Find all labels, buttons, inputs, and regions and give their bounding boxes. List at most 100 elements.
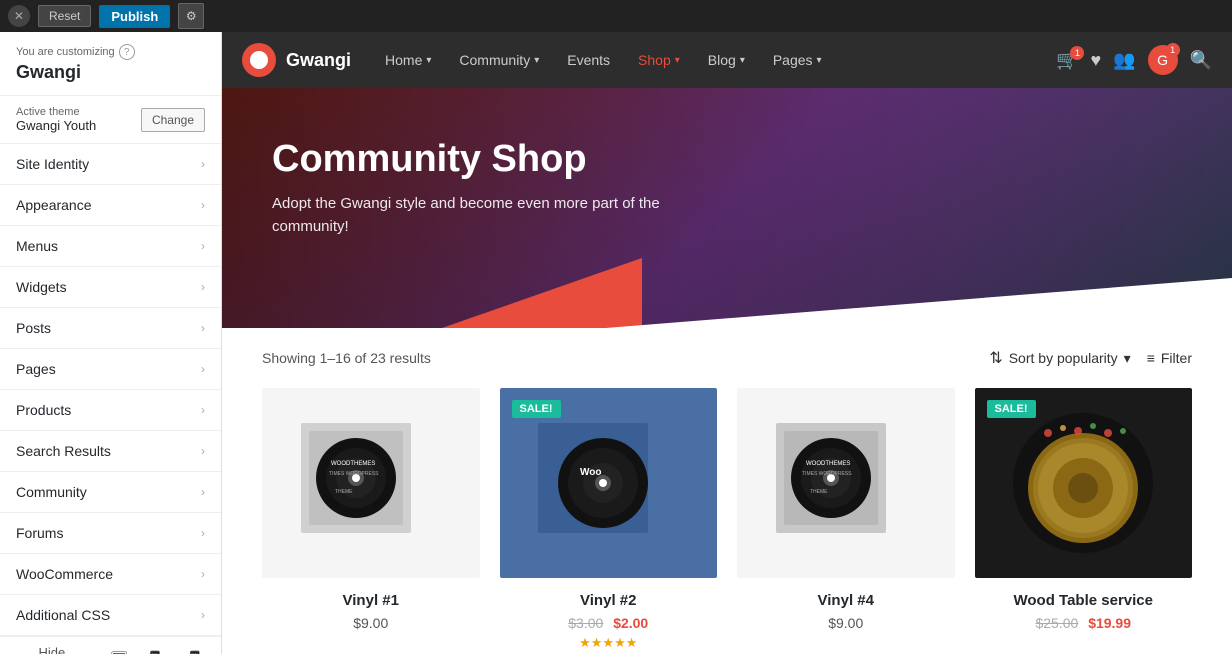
nav-right: 🛒 1 ♥ 👥 G 1 🔍: [1056, 45, 1212, 75]
logo-icon: [242, 43, 276, 77]
chevron-down-icon: ▾: [1124, 350, 1131, 367]
svg-text:Woo: Woo: [580, 467, 601, 478]
sidebar-item-site-identity[interactable]: Site Identity ›: [0, 144, 221, 185]
wishlist-icon[interactable]: ♥: [1090, 50, 1101, 71]
filter-button[interactable]: ≡ Filter: [1147, 350, 1192, 366]
product-name: Vinyl #4: [737, 592, 955, 609]
theme-name: Gwangi Youth: [16, 118, 96, 133]
sidebar-item-widgets[interactable]: Widgets ›: [0, 267, 221, 308]
svg-text:WOODTHEMES: WOODTHEMES: [331, 461, 375, 467]
chevron-down-icon: ▾: [534, 55, 539, 66]
sidebar-item-menus[interactable]: Menus ›: [0, 226, 221, 267]
desktop-icon[interactable]: 🖥: [105, 648, 133, 654]
product-rating: ★★★★★: [500, 635, 718, 651]
svg-text:TIMES WORDPRESS: TIMES WORDPRESS: [802, 471, 852, 477]
close-button[interactable]: ✕: [8, 5, 30, 27]
shop-area: Showing 1–16 of 23 results ⇅ Sort by pop…: [222, 328, 1232, 654]
sidebar-menu: Site Identity › Appearance › Menus › Wid…: [0, 144, 221, 636]
svg-text:WOODTHEMES: WOODTHEMES: [806, 461, 850, 467]
hero-section: Community Shop Adopt the Gwangi style an…: [222, 88, 1232, 328]
product-card: SALE!: [975, 388, 1193, 654]
nav-item-events[interactable]: Events: [553, 32, 624, 88]
gear-button[interactable]: ⚙: [178, 3, 204, 29]
hero-title: Community Shop: [272, 138, 1182, 181]
chevron-right-icon: ›: [201, 362, 205, 376]
chevron-right-icon: ›: [201, 485, 205, 499]
mobile-icon[interactable]: 📲: [177, 648, 205, 654]
logo-inner: [250, 51, 268, 69]
sidebar-item-products[interactable]: Products ›: [0, 390, 221, 431]
publish-button[interactable]: Publish: [99, 5, 170, 28]
nav-item-pages[interactable]: Pages ▾: [759, 32, 836, 88]
cart-badge: 1: [1070, 46, 1084, 60]
hero-content: Community Shop Adopt the Gwangi style an…: [222, 88, 1232, 288]
filter-icon: ≡: [1147, 350, 1155, 366]
tablet-icon[interactable]: 📱: [141, 648, 169, 654]
product-image[interactable]: SALE!: [975, 388, 1193, 578]
product-price: $25.00 $19.99: [975, 615, 1193, 631]
product-price: $3.00 $2.00: [500, 615, 718, 631]
sidebar-item-pages[interactable]: Pages ›: [0, 349, 221, 390]
sale-badge: SALE!: [512, 400, 561, 418]
footer-icons: 🖥 📱 📲: [105, 648, 205, 654]
sidebar-item-community[interactable]: Community ›: [0, 472, 221, 513]
nav-item-blog[interactable]: Blog ▾: [694, 32, 759, 88]
product-price: $9.00: [737, 615, 955, 631]
chevron-right-icon: ›: [201, 526, 205, 540]
customizing-label: You are customizing ?: [16, 44, 205, 60]
reset-button[interactable]: Reset: [38, 5, 91, 27]
change-theme-button[interactable]: Change: [141, 108, 205, 132]
notification-badge: 1: [1166, 43, 1180, 57]
svg-text:THEME: THEME: [335, 489, 353, 495]
vinyl-image: WOODTHEMES TIMES WORDPRESS THEME: [291, 403, 451, 563]
info-icon[interactable]: ?: [119, 44, 135, 60]
sidebar-item-search-results[interactable]: Search Results ›: [0, 431, 221, 472]
product-info: Vinyl #2 $3.00 $2.00 ★★★★★: [500, 578, 718, 654]
sidebar-item-additional-css[interactable]: Additional CSS ›: [0, 595, 221, 636]
theme-section: Active theme Gwangi Youth Change: [0, 96, 221, 144]
product-name: Vinyl #2: [500, 592, 718, 609]
sidebar-footer: 👁 Hide Controls 🖥 📱 📲: [0, 636, 221, 654]
product-image[interactable]: SALE! Woo: [500, 388, 718, 578]
product-price: $9.00: [262, 615, 480, 631]
results-count: Showing 1–16 of 23 results: [262, 350, 431, 366]
product-name: Vinyl #1: [262, 592, 480, 609]
site-name: Gwangi: [16, 62, 205, 83]
members-icon[interactable]: 👥: [1113, 50, 1135, 71]
search-icon[interactable]: 🔍: [1190, 50, 1212, 71]
sidebar-item-forums[interactable]: Forums ›: [0, 513, 221, 554]
chevron-right-icon: ›: [201, 608, 205, 622]
chevron-right-icon: ›: [201, 157, 205, 171]
sort-dropdown[interactable]: ⇅ Sort by popularity ▾: [989, 348, 1130, 368]
hide-controls-button[interactable]: 👁 Hide Controls: [16, 645, 93, 654]
vinyl-image: WOODTHEMES TIMES WORDPRESS THEME: [766, 403, 926, 563]
sidebar-item-posts[interactable]: Posts ›: [0, 308, 221, 349]
product-image[interactable]: WOODTHEMES TIMES WORDPRESS THEME: [737, 388, 955, 578]
avatar[interactable]: G 1: [1148, 45, 1178, 75]
chevron-right-icon: ›: [201, 280, 205, 294]
product-info: Vinyl #4 $9.00: [737, 578, 955, 639]
site-logo[interactable]: Gwangi: [242, 43, 351, 77]
theme-label: Active theme: [16, 106, 96, 118]
product-name: Wood Table service: [975, 592, 1193, 609]
product-info: Wood Table service $25.00 $19.99: [975, 578, 1193, 639]
product-info: Vinyl #1 $9.00: [262, 578, 480, 639]
nav-item-home[interactable]: Home ▾: [371, 32, 445, 88]
main-layout: You are customizing ? Gwangi Active them…: [0, 32, 1232, 654]
vinyl-image: Woo: [528, 403, 688, 563]
sidebar-item-woocommerce[interactable]: WooCommerce ›: [0, 554, 221, 595]
chevron-right-icon: ›: [201, 321, 205, 335]
chevron-right-icon: ›: [201, 198, 205, 212]
nav-item-shop[interactable]: Shop ▾: [624, 32, 694, 88]
product-card: WOODTHEMES TIMES WORDPRESS THEME Vinyl #…: [737, 388, 955, 654]
toolbar-right: ⇅ Sort by popularity ▾ ≡ Filter: [989, 348, 1192, 368]
cart-icon[interactable]: 🛒 1: [1056, 50, 1078, 71]
sale-badge: SALE!: [987, 400, 1036, 418]
chevron-right-icon: ›: [201, 403, 205, 417]
nav-item-community[interactable]: Community ▾: [445, 32, 553, 88]
admin-bar: ✕ Reset Publish ⚙: [0, 0, 1232, 32]
sidebar-item-appearance[interactable]: Appearance ›: [0, 185, 221, 226]
svg-text:THEME: THEME: [810, 489, 828, 495]
chevron-down-icon: ▾: [817, 55, 822, 66]
product-image[interactable]: WOODTHEMES TIMES WORDPRESS THEME: [262, 388, 480, 578]
